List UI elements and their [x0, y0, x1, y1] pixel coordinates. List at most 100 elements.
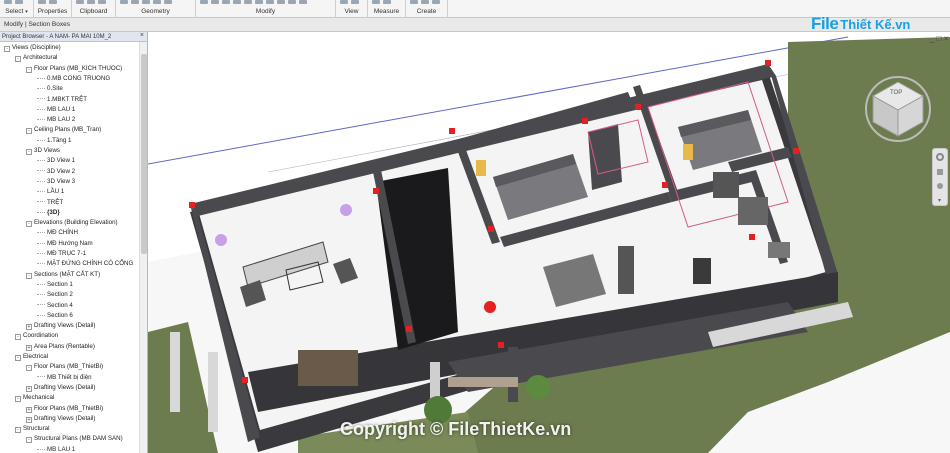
- collapse-icon[interactable]: -: [15, 334, 21, 341]
- steering-wheel-icon[interactable]: [936, 153, 944, 161]
- scrollbar-thumb[interactable]: [141, 54, 147, 254]
- tool-icon[interactable]: [38, 0, 46, 4]
- collapse-icon[interactable]: -: [26, 272, 32, 279]
- ribbon-group-geometry[interactable]: Geometry: [116, 0, 196, 18]
- tree-item[interactable]: - Sections (MẶT CẮT KT): [26, 270, 100, 280]
- ribbon-group-properties[interactable]: Properties: [34, 0, 72, 18]
- tree-item[interactable]: - Coordination: [15, 331, 58, 341]
- tree-item[interactable]: + Drafting Views (Detail): [26, 321, 95, 331]
- ribbon-tool-icons[interactable]: [372, 0, 401, 4]
- tree-item[interactable]: LẦU 1: [37, 187, 64, 197]
- chevron-down-icon[interactable]: ▾: [938, 197, 941, 204]
- tool-icon[interactable]: [87, 0, 95, 4]
- collapse-icon[interactable]: -: [26, 365, 32, 372]
- collapse-icon[interactable]: -: [26, 128, 32, 135]
- tree-item[interactable]: {3D}: [37, 208, 60, 218]
- collapse-icon[interactable]: -: [26, 149, 32, 155]
- tool-icon[interactable]: [98, 0, 106, 4]
- tree-item[interactable]: 0.Site: [37, 84, 63, 94]
- tool-icon[interactable]: [410, 0, 418, 4]
- ribbon-group-view[interactable]: View: [336, 0, 368, 18]
- expand-icon[interactable]: +: [26, 416, 32, 423]
- tree-item[interactable]: 3D View 1: [37, 156, 75, 166]
- pan-icon[interactable]: [937, 169, 943, 175]
- ribbon-group-modify[interactable]: Modify: [196, 0, 336, 18]
- tool-icon[interactable]: [211, 0, 219, 4]
- viewcube[interactable]: TOP: [863, 74, 933, 144]
- tree-item[interactable]: + Drafting Views (Detail): [26, 383, 95, 393]
- tree-item[interactable]: MĐ CHÍNH: [37, 228, 78, 238]
- tool-icon[interactable]: [120, 0, 128, 4]
- ribbon-tool-icons[interactable]: [38, 0, 67, 4]
- tool-icon[interactable]: [244, 0, 252, 4]
- tree-item[interactable]: - Views (Discipline): [4, 43, 61, 53]
- ribbon-tool-icons[interactable]: [410, 0, 443, 4]
- tool-icon[interactable]: [383, 0, 391, 4]
- navigation-bar[interactable]: ▾: [932, 148, 948, 206]
- tool-icon[interactable]: [76, 0, 84, 4]
- tree-item[interactable]: Section 6: [37, 311, 73, 321]
- tool-icon[interactable]: [200, 0, 208, 4]
- tree-item[interactable]: MĐ TRỤC 7-1: [37, 249, 86, 259]
- close-icon[interactable]: ×: [140, 32, 144, 39]
- collapse-icon[interactable]: -: [26, 221, 32, 228]
- ribbon-tool-icons[interactable]: [4, 0, 29, 4]
- tree-item[interactable]: + Floor Plans (MB_ThietBi): [26, 404, 103, 414]
- zoom-icon[interactable]: [937, 183, 943, 189]
- tool-icon[interactable]: [432, 0, 440, 4]
- tool-icon[interactable]: [164, 0, 172, 4]
- tree-item[interactable]: MB LAU 2: [37, 115, 75, 125]
- tree-item[interactable]: MB LAU 1: [37, 105, 75, 115]
- tree-item[interactable]: - Structural: [15, 424, 49, 434]
- tool-icon[interactable]: [153, 0, 161, 4]
- expand-icon[interactable]: +: [26, 406, 32, 413]
- ribbon-tool-icons[interactable]: [340, 0, 363, 4]
- tool-icon[interactable]: [222, 0, 230, 4]
- ribbon-tool-icons[interactable]: [120, 0, 191, 4]
- tree-item[interactable]: 1.Tầng 1: [37, 136, 71, 146]
- tree-item[interactable]: Section 4: [37, 301, 73, 311]
- 3d-viewport[interactable]: _ □ ×: [148, 32, 950, 453]
- tree-item[interactable]: MĐ Hướng Nam: [37, 239, 93, 249]
- tree-item[interactable]: TRỆT: [37, 198, 63, 208]
- tool-icon[interactable]: [340, 0, 348, 4]
- collapse-icon[interactable]: -: [15, 355, 21, 361]
- tree-item[interactable]: - Ceiling Plans (MB_Tran): [26, 125, 101, 135]
- tree-item[interactable]: -3D Views: [26, 146, 60, 156]
- tree-item[interactable]: - Floor Plans (MB_KICH THUOC): [26, 64, 122, 74]
- tree-item[interactable]: - Floor Plans (MB_ThietBi): [26, 362, 103, 372]
- tool-icon[interactable]: [299, 0, 307, 4]
- collapse-icon[interactable]: -: [15, 427, 21, 434]
- tool-icon[interactable]: [15, 0, 23, 4]
- ribbon-group-clipboard[interactable]: Clipboard: [72, 0, 116, 18]
- ribbon-tool-icons[interactable]: [200, 0, 331, 4]
- chevron-down-icon[interactable]: ▾: [25, 9, 28, 15]
- expand-icon[interactable]: +: [26, 324, 32, 331]
- tree-item[interactable]: 3D View 3: [37, 177, 75, 187]
- collapse-icon[interactable]: -: [26, 66, 32, 73]
- tool-icon[interactable]: [266, 0, 274, 4]
- tool-icon[interactable]: [255, 0, 263, 4]
- tree-item[interactable]: - Mechanical: [15, 393, 54, 403]
- tool-icon[interactable]: [4, 0, 12, 4]
- viewport-window-controls[interactable]: _ □ ×: [930, 34, 948, 43]
- tree-item[interactable]: + Drafting Views (Detail): [26, 414, 95, 424]
- tree-item[interactable]: 0.MB CONG TRUONG: [37, 74, 110, 84]
- tree-item[interactable]: MB LAU 1: [37, 445, 75, 453]
- tree-item[interactable]: - Structural Plans (MB DAM SAN): [26, 434, 123, 444]
- ribbon-tool-icons[interactable]: [76, 0, 111, 4]
- tree-item[interactable]: Section 2: [37, 290, 73, 300]
- tool-icon[interactable]: [421, 0, 429, 4]
- tool-icon[interactable]: [288, 0, 296, 4]
- tool-icon[interactable]: [351, 0, 359, 4]
- tool-icon[interactable]: [49, 0, 57, 4]
- tree-item[interactable]: 3D View 2: [37, 167, 75, 177]
- tree-item[interactable]: - Architectural: [15, 53, 57, 63]
- collapse-icon[interactable]: -: [4, 46, 10, 52]
- tree-item[interactable]: MB Thiết bị điện: [37, 373, 92, 383]
- collapse-icon[interactable]: -: [26, 437, 32, 444]
- ribbon-group-create[interactable]: Create: [406, 0, 448, 18]
- tree-item[interactable]: Section 1: [37, 280, 73, 290]
- project-browser-scrollbar[interactable]: [139, 42, 147, 453]
- tool-icon[interactable]: [142, 0, 150, 4]
